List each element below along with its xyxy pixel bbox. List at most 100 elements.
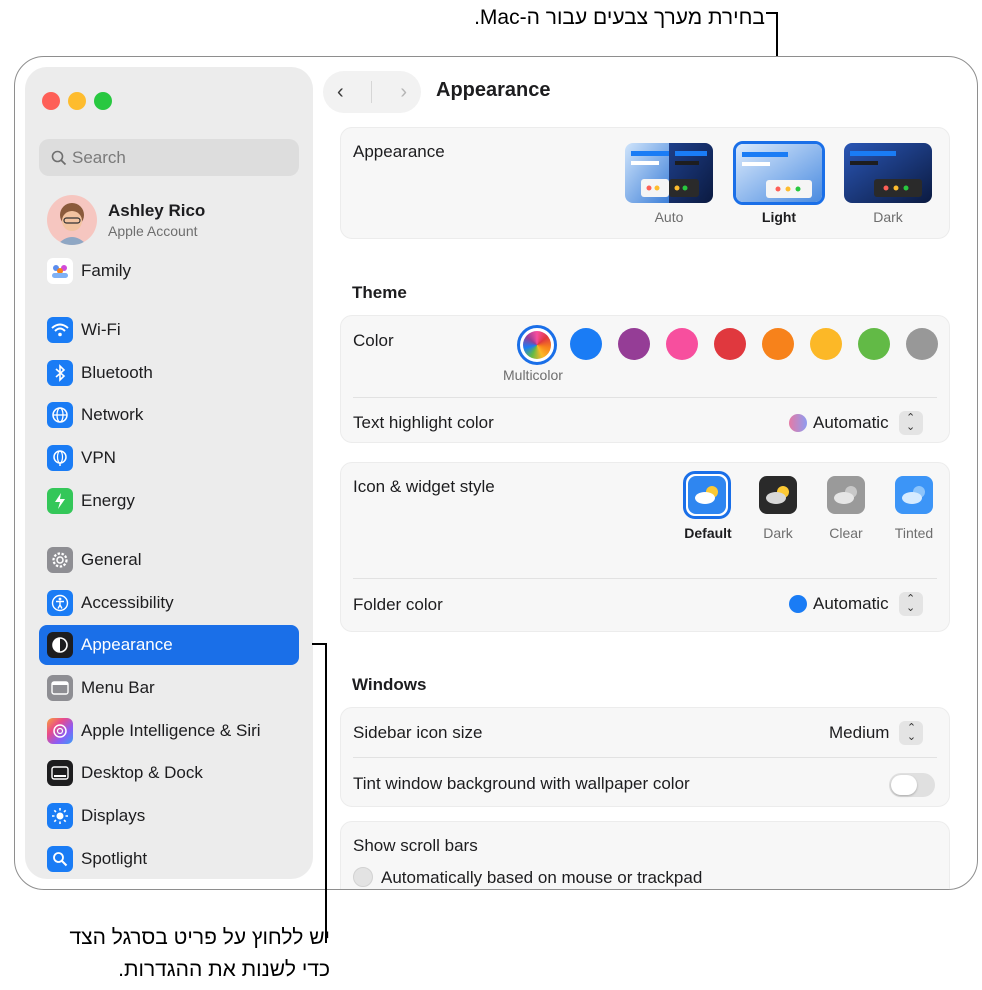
sidebar-item-appearance[interactable]: Appearance <box>39 625 299 665</box>
bluetooth-icon <box>47 360 73 386</box>
tint-window-toggle[interactable] <box>889 773 935 797</box>
multicolor-swatch[interactable] <box>517 325 557 365</box>
sidebar-icon-size-popup[interactable]: Medium ⌃ ⌄ <box>829 721 924 745</box>
sidebar-item-label: Spotlight <box>81 849 148 868</box>
folder-color-value: Automatic <box>813 594 889 613</box>
divider <box>353 578 937 579</box>
appearance-auto-thumbnail[interactable] <box>625 143 713 203</box>
callout-bottom-line2: כדי לשנות את ההגדרות. <box>118 958 330 981</box>
accent-color-swatch[interactable] <box>618 328 650 360</box>
text-highlight-label: Text highlight color <box>353 413 494 432</box>
accent-color-swatch[interactable] <box>666 328 698 360</box>
sidebar-item-wifi[interactable]: Wi-Fi <box>39 310 299 350</box>
appearance-dark-thumbnail[interactable] <box>844 143 932 203</box>
highlight-dot-icon <box>789 414 807 432</box>
appearance-label: Appearance <box>353 142 445 161</box>
account-name: Ashley Rico <box>108 201 206 220</box>
sidebar-item-accessibility[interactable]: Accessibility <box>39 583 299 623</box>
divider <box>353 757 937 758</box>
icon-style-dark[interactable] <box>759 476 797 514</box>
accent-color-swatch[interactable] <box>858 328 890 360</box>
search-placeholder: Search <box>72 147 126 167</box>
icon-style-dark-label: Dark <box>763 525 793 541</box>
text-highlight-value: Automatic <box>813 413 889 432</box>
scroll-bars-auto-label: Automatically based on mouse or trackpad <box>381 868 703 887</box>
settings-window: Search Ashley Rico Apple Account Family <box>14 56 978 890</box>
sidebar-item-label: Energy <box>81 491 135 510</box>
sidebar-item-energy[interactable]: Energy <box>39 481 299 521</box>
sidebar-item-bluetooth[interactable]: Bluetooth <box>39 353 299 393</box>
forward-button[interactable]: › <box>400 81 407 104</box>
accent-color-swatch[interactable] <box>714 328 746 360</box>
chevron-up-down-icon: ⌃ ⌄ <box>898 592 923 616</box>
icon-style-default-label: Default <box>684 525 732 541</box>
minimize-button[interactable] <box>68 92 86 110</box>
close-button[interactable] <box>42 92 60 110</box>
sidebar-item-menu-bar[interactable]: Menu Bar <box>39 668 299 708</box>
callout-top-tick <box>766 12 777 14</box>
appearance-icon <box>47 632 73 658</box>
sidebar-item-spotlight[interactable]: Spotlight <box>39 839 299 879</box>
icon-widget-style-label: Icon & widget style <box>353 477 495 496</box>
zoom-button[interactable] <box>94 92 112 110</box>
sidebar-item-family[interactable]: Family <box>39 251 299 291</box>
appearance-dark-label: Dark <box>873 209 903 225</box>
chevron-up-down-icon: ⌃ ⌄ <box>899 721 924 745</box>
page-title: Appearance <box>436 79 551 101</box>
sidebar-item-label: Family <box>81 261 132 280</box>
gear-icon <box>47 547 73 573</box>
sidebar: Search Ashley Rico Apple Account Family <box>25 67 313 879</box>
folder-color-popup[interactable]: Automatic ⌃ ⌄ <box>789 592 923 616</box>
nav-divider <box>371 81 373 103</box>
sidebar-icon-size-value: Medium <box>829 723 890 742</box>
sidebar-item-label: Accessibility <box>81 593 174 612</box>
multicolor-label: Multicolor <box>503 367 563 383</box>
callout-bottom-vertical <box>325 643 327 943</box>
sidebar-item-label: Apple Intelligence & Siri <box>81 721 261 740</box>
navigation-buttons: ‹ › <box>323 71 421 113</box>
sidebar-item-label: Displays <box>81 806 146 825</box>
spotlight-icon <box>47 846 73 872</box>
sidebar-item-label: VPN <box>81 448 116 467</box>
icon-style-tinted-label: Tinted <box>894 525 934 541</box>
chevron-up-down-icon: ⌃ ⌄ <box>898 411 923 435</box>
sidebar-item-label: Appearance <box>81 635 173 654</box>
accent-color-swatch[interactable] <box>570 328 602 360</box>
sidebar-item-label: Desktop & Dock <box>81 763 203 782</box>
accent-color-swatch[interactable] <box>906 328 938 360</box>
energy-icon <box>47 488 73 514</box>
windows-heading: Windows <box>352 675 427 694</box>
account-item[interactable]: Ashley Rico Apple Account <box>47 195 205 245</box>
accent-color-swatch[interactable] <box>762 328 794 360</box>
sidebar-icon-size-label: Sidebar icon size <box>353 723 483 742</box>
sidebar-item-vpn[interactable]: VPN <box>39 438 299 478</box>
dock-icon <box>47 760 73 786</box>
appearance-light-thumbnail[interactable] <box>733 141 825 205</box>
accent-color-swatch[interactable] <box>810 328 842 360</box>
menu-bar-icon <box>47 675 73 701</box>
account-subtitle: Apple Account <box>108 223 198 239</box>
folder-color-label: Folder color <box>353 595 443 614</box>
callout-top: בחירת מערך צבעים עבור ה-Mac. <box>474 6 765 29</box>
icon-style-tinted[interactable] <box>895 476 933 514</box>
network-icon <box>47 402 73 428</box>
vpn-icon <box>47 445 73 471</box>
appearance-auto-label: Auto <box>654 209 684 225</box>
sidebar-item-displays[interactable]: Displays <box>39 796 299 836</box>
sidebar-item-label: Network <box>81 405 144 424</box>
icon-style-default[interactable] <box>683 471 731 519</box>
callout-bottom-line <box>312 643 326 645</box>
sidebar-item-apple-intelligence-siri[interactable]: Apple Intelligence & Siri <box>39 711 299 751</box>
sidebar-item-network[interactable]: Network <box>39 395 299 435</box>
search-input[interactable]: Search <box>39 139 299 176</box>
scroll-bars-auto-radio[interactable] <box>353 867 373 887</box>
text-highlight-popup[interactable]: Automatic ⌃ ⌄ <box>789 411 923 435</box>
theme-heading: Theme <box>352 283 407 302</box>
appearance-light-label: Light <box>761 209 797 225</box>
show-scroll-bars-label: Show scroll bars <box>353 836 478 855</box>
sidebar-item-desktop-dock[interactable]: Desktop & Dock <box>39 753 299 793</box>
wifi-icon <box>47 317 73 343</box>
back-button[interactable]: ‹ <box>337 81 344 104</box>
icon-style-clear[interactable] <box>827 476 865 514</box>
sidebar-item-general[interactable]: General <box>39 540 299 580</box>
